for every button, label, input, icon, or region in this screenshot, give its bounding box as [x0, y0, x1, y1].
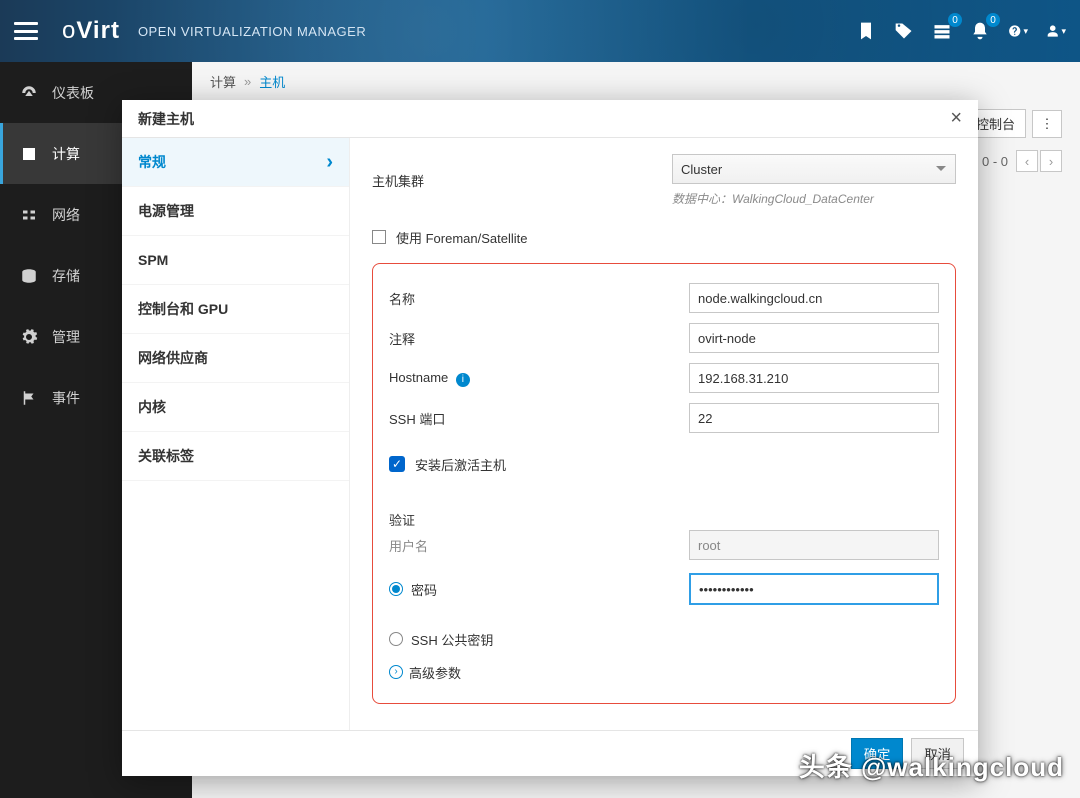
auth-header: 验证	[389, 510, 939, 529]
page-prev[interactable]: ‹	[1016, 150, 1038, 172]
expand-icon[interactable]: ›	[389, 665, 403, 679]
activate-label: 安装后激活主机	[415, 455, 506, 474]
brand-logo: oVirt	[62, 17, 120, 45]
tab-label: 常规	[138, 152, 166, 172]
comment-input[interactable]	[689, 323, 939, 353]
gear-icon	[20, 328, 38, 346]
network-icon	[20, 206, 38, 224]
foreman-label: 使用 Foreman/Satellite	[396, 228, 528, 247]
compute-icon	[20, 145, 38, 163]
tab-general[interactable]: 常规 ›	[122, 138, 349, 187]
ok-button[interactable]: 确定	[851, 738, 904, 769]
help-icon[interactable]: ▾	[1008, 21, 1028, 41]
breadcrumb: 计算 » 主机	[192, 62, 1080, 101]
page-next[interactable]: ›	[1040, 150, 1062, 172]
tab-label: 内核	[138, 397, 166, 417]
tab-label: 网络供应商	[138, 348, 208, 368]
info-icon[interactable]: i	[456, 373, 470, 387]
breadcrumb-root: 计算	[210, 72, 236, 91]
tab-console-gpu[interactable]: 控制台和 GPU	[122, 285, 349, 334]
ssh-port-label: SSH 端口	[389, 409, 689, 428]
password-input[interactable]	[689, 573, 939, 605]
username-label: 用户名	[389, 536, 689, 555]
user-icon[interactable]: ▾	[1046, 21, 1066, 41]
username-input	[689, 530, 939, 560]
host-cluster-select[interactable]: Cluster	[672, 154, 956, 184]
dialog-title: 新建主机	[138, 109, 194, 129]
tab-network-provider[interactable]: 网络供应商	[122, 334, 349, 383]
comment-label: 注释	[389, 329, 689, 348]
tab-tags[interactable]: 关联标签	[122, 432, 349, 481]
dialog-nav: 常规 › 电源管理 SPM 控制台和 GPU 网络供应商 内核 关联标签	[122, 138, 350, 730]
cancel-button[interactable]: 取消	[911, 738, 964, 769]
hostname-input[interactable]	[689, 363, 939, 393]
breadcrumb-current[interactable]: 主机	[259, 72, 285, 91]
sidebar-item-label: 网络	[52, 205, 80, 225]
chevron-right-icon: ›	[326, 151, 333, 174]
dc-prefix: 数据中心：	[672, 192, 732, 206]
foreman-checkbox[interactable]	[372, 230, 386, 244]
kebab-button[interactable]: ⋮	[1032, 110, 1062, 138]
alerts-badge: 0	[986, 13, 1000, 27]
tab-label: 控制台和 GPU	[138, 299, 228, 319]
tab-spm[interactable]: SPM	[122, 236, 349, 285]
tag-icon[interactable]	[894, 21, 914, 41]
new-host-dialog: 新建主机 × 常规 › 电源管理 SPM 控制台和 GPU 网络供应商 内核 关…	[122, 100, 978, 776]
sidebar-item-label: 存储	[52, 266, 80, 286]
activate-checkbox[interactable]	[389, 456, 405, 472]
tab-label: SPM	[138, 252, 168, 268]
hostname-label: Hostname	[389, 370, 448, 385]
sidebar-item-label: 仪表板	[52, 83, 94, 103]
tab-kernel[interactable]: 内核	[122, 383, 349, 432]
top-icons: 0 0 ▾ ▾	[856, 21, 1066, 41]
tasks-badge: 0	[948, 13, 962, 27]
bell-icon[interactable]: 0	[970, 21, 990, 41]
close-icon[interactable]: ×	[950, 107, 962, 130]
sshkey-radio[interactable]	[389, 632, 403, 646]
range-label: 0 - 0	[982, 154, 1008, 169]
brand-subtitle: OPEN VIRTUALIZATION MANAGER	[138, 24, 366, 39]
breadcrumb-sep: »	[244, 74, 251, 89]
bookmark-icon[interactable]	[856, 21, 876, 41]
sidebar-item-label: 计算	[52, 144, 80, 164]
sshkey-radio-label: SSH 公共密钥	[411, 630, 493, 649]
flag-icon	[20, 389, 38, 407]
tab-label: 关联标签	[138, 446, 194, 466]
name-input[interactable]	[689, 283, 939, 313]
highlighted-section: 名称 注释 Hostname i SSH 端口	[372, 263, 956, 704]
dc-value: WalkingCloud_DataCenter	[732, 192, 874, 206]
tab-power[interactable]: 电源管理	[122, 187, 349, 236]
advanced-link[interactable]: 高级参数	[409, 663, 461, 682]
host-cluster-label: 主机集群	[372, 171, 672, 190]
name-label: 名称	[389, 289, 689, 308]
tasks-icon[interactable]: 0	[932, 21, 952, 41]
sidebar-item-label: 事件	[52, 388, 80, 408]
password-radio[interactable]	[389, 582, 403, 596]
ssh-port-input[interactable]	[689, 403, 939, 433]
sidebar-item-label: 管理	[52, 327, 80, 347]
top-bar: oVirt OPEN VIRTUALIZATION MANAGER 0 0 ▾ …	[0, 0, 1080, 62]
menu-toggle-button[interactable]	[14, 22, 38, 40]
password-radio-label: 密码	[411, 580, 437, 599]
storage-icon	[20, 267, 38, 285]
dialog-form: 主机集群 Cluster 数据中心：WalkingCloud_DataCente…	[350, 138, 978, 730]
dashboard-icon	[20, 84, 38, 102]
tab-label: 电源管理	[138, 201, 194, 221]
